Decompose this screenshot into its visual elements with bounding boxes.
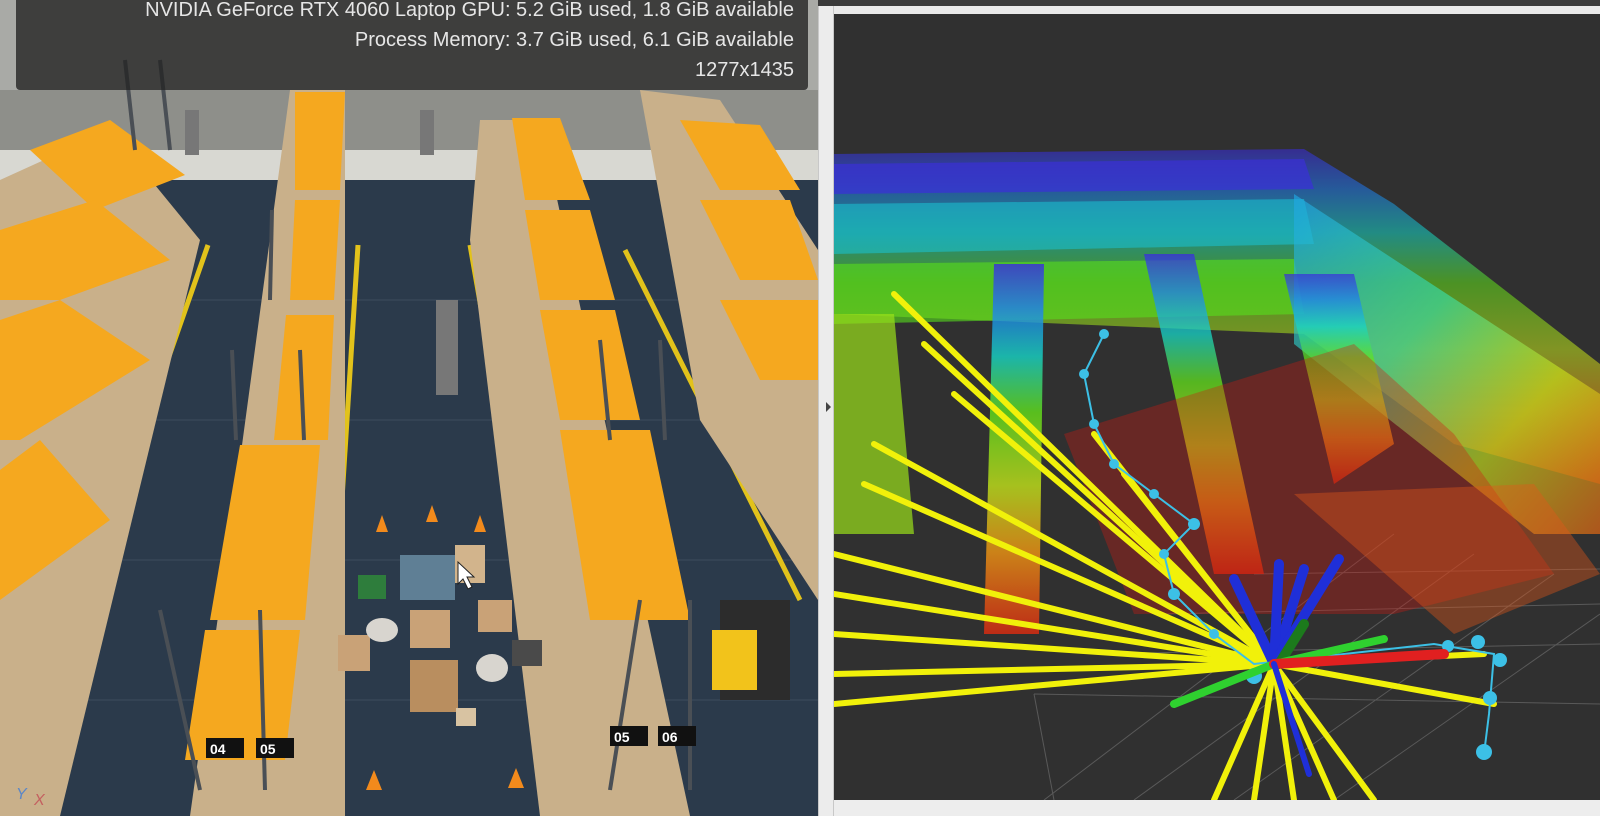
process-memory-stat: Process Memory: 3.7 GiB used, 6.1 GiB av… [354, 29, 794, 51]
warehouse-scene: 04 05 05 06 [0, 0, 818, 816]
shelf-label-05-right: 05 [614, 729, 630, 745]
shelf-label-05-left: 05 [260, 741, 276, 757]
rviz-bottom-strip [834, 800, 1600, 816]
shelf-label-04: 04 [210, 741, 226, 757]
axis-gizmo-y: Y [16, 786, 27, 803]
performance-stats-overlay: NVIDIA GeForce RTX 4060 Laptop GPU: 5.2 … [16, 0, 808, 90]
shelf-label-06: 06 [662, 729, 678, 745]
gpu-memory-stat: NVIDIA GeForce RTX 4060 Laptop GPU: 5.2 … [145, 0, 794, 21]
splitter-collapse-icon[interactable] [826, 402, 831, 412]
isaac-sim-viewport[interactable]: 04 05 05 06 NVIDIA GeForce RTX 4060 Lapt… [0, 0, 818, 816]
rviz-3d-view[interactable] [834, 14, 1600, 800]
axis-gizmo-x: X [34, 792, 45, 809]
point-cloud-icon [834, 149, 1600, 800]
resolution-stat: 1277x1435 [695, 59, 794, 81]
